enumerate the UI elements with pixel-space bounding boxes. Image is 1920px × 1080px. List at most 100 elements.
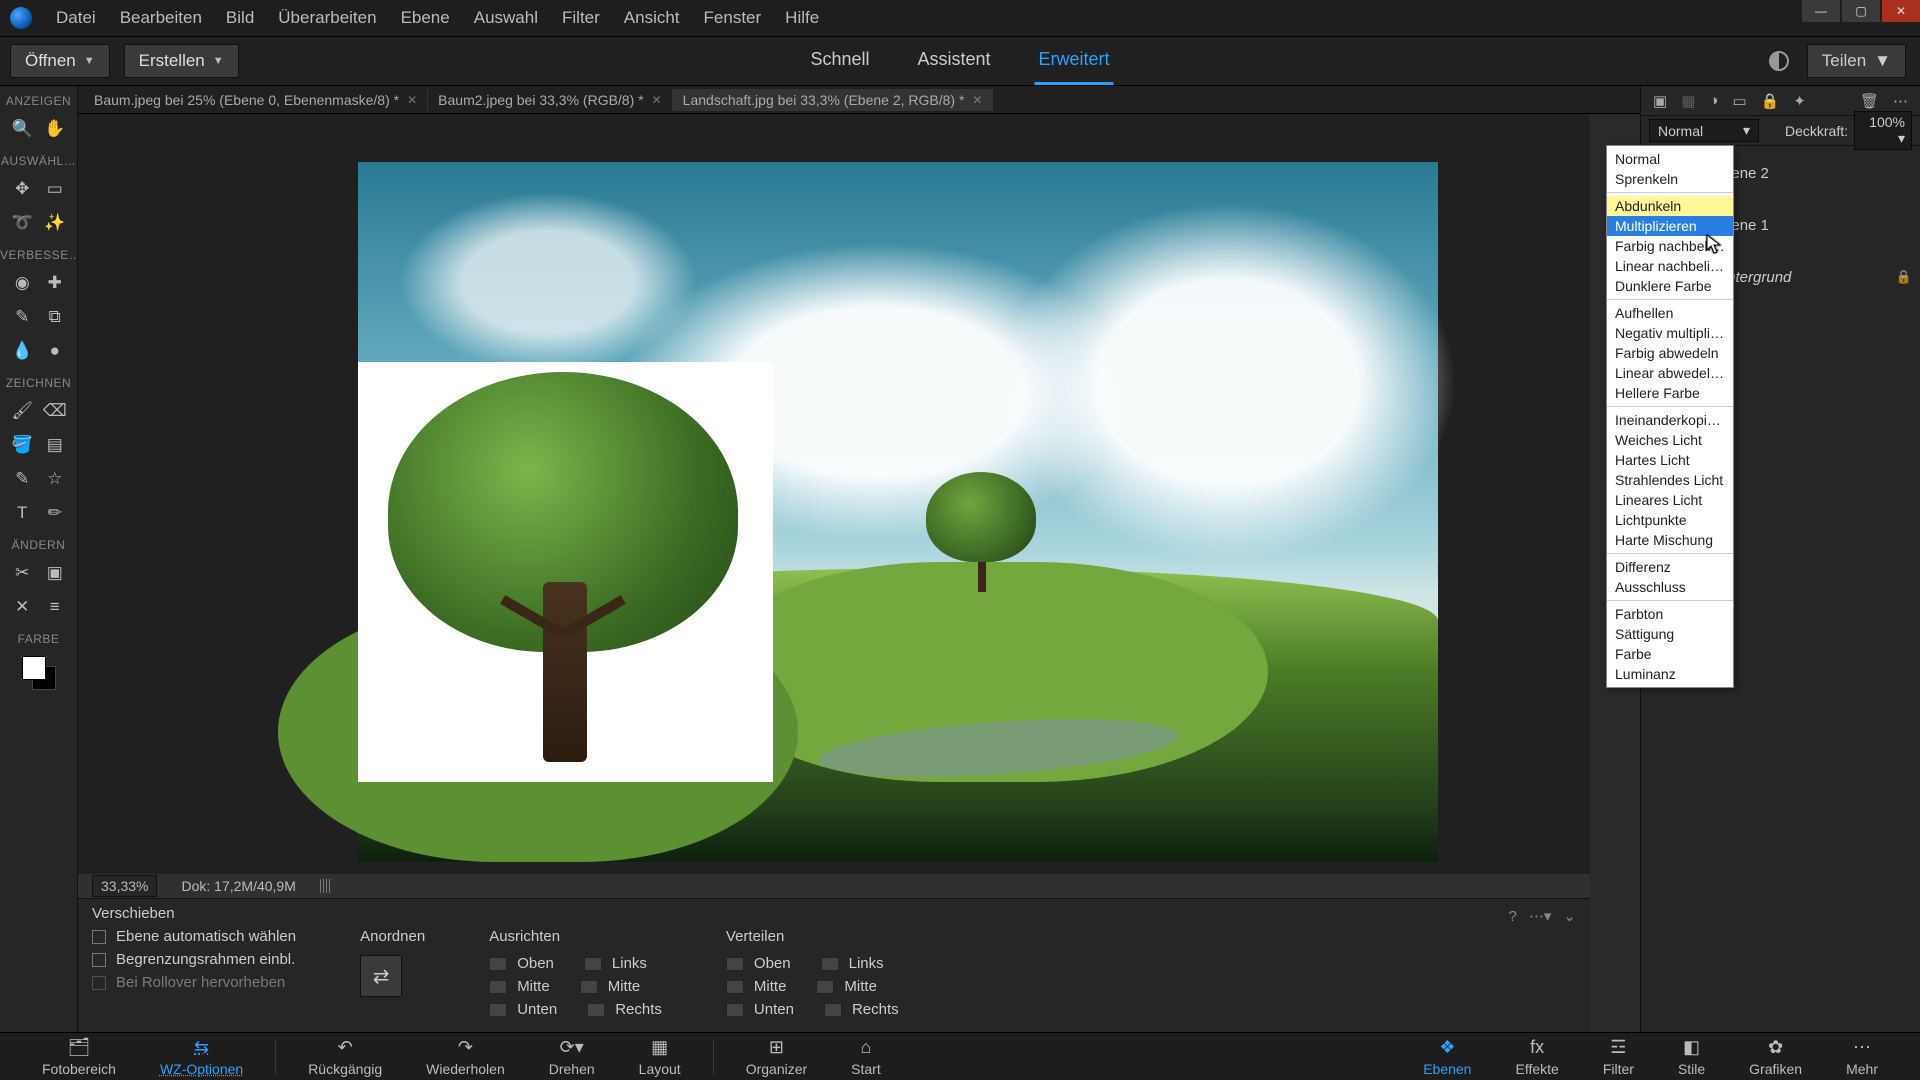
- menu-ebene[interactable]: Ebene: [389, 8, 462, 28]
- clone-tool-icon[interactable]: ⧉: [42, 304, 68, 330]
- layer-mask-icon[interactable]: ▭: [1732, 92, 1746, 110]
- align-top-icon[interactable]: [489, 957, 507, 971]
- menu-hilfe[interactable]: Hilfe: [773, 8, 831, 28]
- blend-item-strahlendes-licht[interactable]: Strahlendes Licht: [1607, 470, 1733, 490]
- create-button[interactable]: Erstellen▼: [124, 44, 239, 78]
- color-swatch[interactable]: [22, 656, 56, 690]
- menu-filter[interactable]: Filter: [550, 8, 612, 28]
- align-bottom-icon[interactable]: [489, 1003, 507, 1017]
- arrange-icon[interactable]: ⇄: [360, 955, 402, 997]
- graphics-tab-button[interactable]: ✿Grafiken: [1727, 1037, 1824, 1077]
- menu-fenster[interactable]: Fenster: [692, 8, 774, 28]
- blend-item-linear-nachbelichten[interactable]: Linear nachbelicht…: [1607, 256, 1733, 276]
- brush-tool-icon[interactable]: 🖌: [9, 398, 35, 424]
- more-tab-button[interactable]: ⋯Mehr: [1824, 1037, 1900, 1077]
- move-tool-icon[interactable]: ✥: [9, 176, 35, 202]
- blend-item-dunklere-farbe[interactable]: Dunklere Farbe: [1607, 276, 1733, 296]
- blend-item-hartes-licht[interactable]: Hartes Licht: [1607, 450, 1733, 470]
- window-maximize-button[interactable]: ▢: [1842, 0, 1880, 22]
- menu-datei[interactable]: Datei: [44, 8, 108, 28]
- paint-bucket-tool-icon[interactable]: 🪣: [9, 432, 35, 458]
- filters-tab-button[interactable]: ☲Filter: [1581, 1037, 1656, 1077]
- menu-ueberarbeiten[interactable]: Überarbeiten: [266, 8, 388, 28]
- redeye-tool-icon[interactable]: ◉: [9, 270, 35, 296]
- shape-tool-icon[interactable]: ☆: [42, 466, 68, 492]
- share-button[interactable]: Teilen▼: [1807, 44, 1906, 78]
- help-icon[interactable]: ?: [1509, 908, 1517, 925]
- layers-tab-button[interactable]: ❖Ebenen: [1401, 1037, 1493, 1077]
- adjustment-layer-icon[interactable]: ◑: [1709, 92, 1718, 109]
- doc-tab-1[interactable]: Baum.jpeg bei 25% (Ebene 0, Ebenenmaske/…: [84, 89, 428, 111]
- dist-bottom-icon[interactable]: [726, 1003, 744, 1017]
- home-button[interactable]: ⌂Start: [829, 1037, 903, 1077]
- panel-menu-icon[interactable]: ⋯▾: [1529, 907, 1552, 925]
- blend-item-ineinanderkopieren[interactable]: Ineinanderkopieren: [1607, 410, 1733, 430]
- effects-tab-button[interactable]: fxEffekte: [1493, 1037, 1580, 1077]
- close-icon[interactable]: ✕: [972, 93, 982, 107]
- auto-select-checkbox[interactable]: [92, 930, 106, 944]
- window-minimize-button[interactable]: —: [1802, 0, 1840, 22]
- spot-heal-tool-icon[interactable]: ✚: [42, 270, 68, 296]
- new-layer-icon[interactable]: ▣: [1653, 92, 1667, 110]
- magic-wand-tool-icon[interactable]: ✨: [42, 210, 68, 236]
- mode-quick[interactable]: Schnell: [806, 37, 873, 85]
- dist-center-icon[interactable]: [816, 980, 834, 994]
- zoom-field[interactable]: 33,33%: [92, 875, 157, 897]
- blend-item-aufhellen[interactable]: Aufhellen: [1607, 303, 1733, 323]
- close-icon[interactable]: ✕: [652, 93, 662, 107]
- menu-bearbeiten[interactable]: Bearbeiten: [108, 8, 214, 28]
- blend-item-lineares-licht[interactable]: Lineares Licht: [1607, 490, 1733, 510]
- blur-tool-icon[interactable]: 💧: [9, 338, 35, 364]
- layout-button[interactable]: ▦Layout: [617, 1037, 703, 1077]
- align-left-icon[interactable]: [584, 957, 602, 971]
- close-icon[interactable]: ✕: [407, 93, 417, 107]
- blend-item-harte-mischung[interactable]: Harte Mischung: [1607, 530, 1733, 550]
- theme-toggle-icon[interactable]: [1769, 51, 1789, 71]
- undo-button[interactable]: ↶Rückgängig: [286, 1037, 404, 1077]
- smart-brush-tool-icon[interactable]: ✎: [9, 304, 35, 330]
- delete-layer-icon[interactable]: 🗑: [1860, 92, 1879, 110]
- align-middle-icon[interactable]: [489, 980, 507, 994]
- sponge-tool-icon[interactable]: ●: [42, 338, 68, 364]
- layer-fx-icon[interactable]: ✦: [1793, 92, 1806, 110]
- open-button[interactable]: Öffnen▼: [10, 44, 110, 78]
- type-tool-icon[interactable]: T: [9, 500, 35, 526]
- pencil-tool-icon[interactable]: ✏: [42, 500, 68, 526]
- blend-item-hellere-farbe[interactable]: Hellere Farbe: [1607, 383, 1733, 403]
- blend-item-saettigung[interactable]: Sättigung: [1607, 624, 1733, 644]
- menu-bild[interactable]: Bild: [214, 8, 266, 28]
- doc-tab-3[interactable]: Landschaft.jpg bei 33,3% (Ebene 2, RGB/8…: [673, 89, 994, 111]
- blend-item-farbig-abwedeln[interactable]: Farbig abwedeln: [1607, 343, 1733, 363]
- redo-button[interactable]: ↷Wiederholen: [404, 1037, 527, 1077]
- blend-item-linear-abwedeln[interactable]: Linear abwedeln (…: [1607, 363, 1733, 383]
- layer-group-icon[interactable]: ▦: [1681, 92, 1695, 110]
- blend-item-normal[interactable]: Normal: [1607, 149, 1733, 169]
- blend-item-negativ-multiplizieren[interactable]: Negativ multiplizie…: [1607, 323, 1733, 343]
- align-right-icon[interactable]: [587, 1003, 605, 1017]
- hand-tool-icon[interactable]: ✋: [42, 116, 68, 142]
- dist-left-icon[interactable]: [821, 957, 839, 971]
- blend-item-multiplizieren[interactable]: Multiplizieren: [1607, 216, 1733, 236]
- blend-item-sprenkeln[interactable]: Sprenkeln: [1607, 169, 1733, 189]
- eyedropper-tool-icon[interactable]: ✎: [9, 466, 35, 492]
- content-aware-tool-icon[interactable]: ✕: [9, 594, 35, 620]
- panel-collapse-icon[interactable]: ⌄: [1563, 907, 1576, 925]
- marquee-tool-icon[interactable]: ▭: [42, 176, 68, 202]
- lock-layer-icon[interactable]: 🔒: [1761, 92, 1780, 110]
- mode-expert[interactable]: Erweitert: [1035, 37, 1114, 85]
- document-canvas[interactable]: [358, 162, 1438, 862]
- show-bounds-checkbox[interactable]: [92, 953, 106, 967]
- straighten-tool-icon[interactable]: ≡: [42, 594, 68, 620]
- dist-top-icon[interactable]: [726, 957, 744, 971]
- zoom-tool-icon[interactable]: 🔍: [9, 116, 35, 142]
- status-grip-icon[interactable]: [320, 879, 330, 893]
- gradient-tool-icon[interactable]: ▤: [42, 432, 68, 458]
- canvas-pasted-layer[interactable]: [358, 362, 773, 782]
- blend-item-ausschluss[interactable]: Ausschluss: [1607, 577, 1733, 597]
- lasso-tool-icon[interactable]: ➰: [9, 210, 35, 236]
- blend-item-weiches-licht[interactable]: Weiches Licht: [1607, 430, 1733, 450]
- doc-tab-2[interactable]: Baum2.jpeg bei 33,3% (RGB/8) *✕: [428, 89, 673, 111]
- blend-mode-select[interactable]: Normal ▾: [1649, 119, 1759, 142]
- blend-item-abdunkeln[interactable]: Abdunkeln: [1607, 196, 1733, 216]
- mode-guided[interactable]: Assistent: [914, 37, 995, 85]
